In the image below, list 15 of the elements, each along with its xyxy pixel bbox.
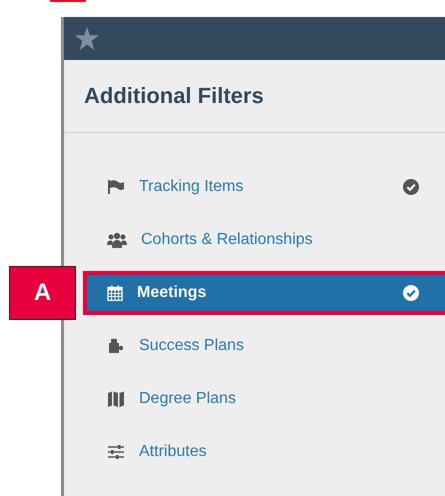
filter-item[interactable]: Attributes: [87, 434, 445, 470]
filter-item[interactable]: Success Plans: [87, 328, 445, 364]
star-logo-icon: [73, 24, 101, 52]
puzzle-icon: [107, 338, 125, 354]
sliders-icon: [107, 444, 125, 460]
callout-label: A: [9, 266, 76, 320]
users-icon: [107, 232, 127, 248]
flag-icon: [107, 179, 125, 195]
filter-item[interactable]: Cohorts & Relationships: [87, 222, 445, 258]
calendar-icon: [107, 285, 123, 301]
filter-item[interactable]: Meetings: [87, 275, 445, 311]
panel-title: Additional Filters: [83, 82, 264, 109]
filter-item[interactable]: Degree Plans: [87, 381, 445, 417]
map-icon: [107, 391, 125, 407]
filter-item[interactable]: Tracking Items: [87, 169, 445, 205]
